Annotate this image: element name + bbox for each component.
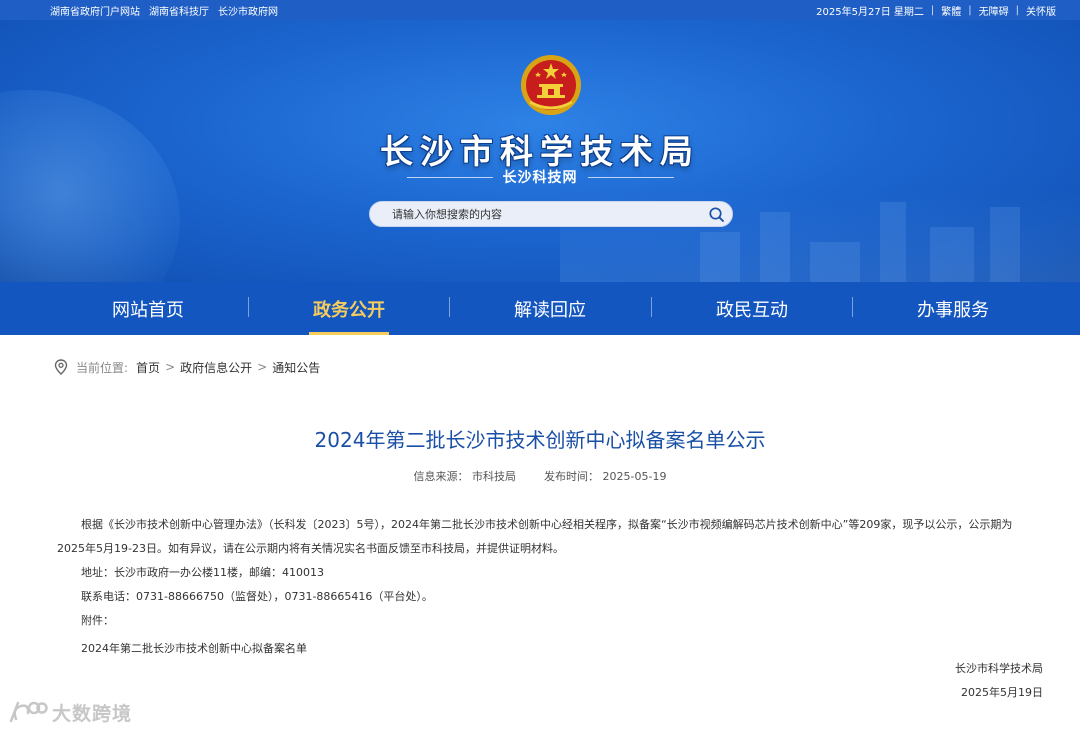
- nav-item-interpretation[interactable]: 解读回应: [475, 282, 625, 335]
- nav-item-services[interactable]: 办事服务: [878, 282, 1028, 335]
- phone-line: 联系电话：0731-88666750（监督处），0731-88665416（平台…: [81, 590, 433, 603]
- link-changsha-gov[interactable]: 长沙市政府网: [218, 3, 278, 18]
- breadcrumb-home[interactable]: 首页: [136, 359, 160, 376]
- signature-block: 长沙市科学技术局 2025年5月19日: [955, 657, 1043, 705]
- current-date: 2025年5月27日 星期二: [816, 7, 924, 18]
- address-line: 地址：长沙市政府一办公楼11楼，邮编：410013: [81, 566, 324, 579]
- watermark-logo-icon: [9, 701, 48, 723]
- watermark-text: 大数跨境: [52, 702, 133, 725]
- nav-item-government-affairs[interactable]: 政务公开: [274, 282, 424, 335]
- care-mode-link[interactable]: 关怀版: [1026, 3, 1056, 18]
- search-box: [369, 201, 733, 227]
- nav-active-indicator: [309, 332, 389, 335]
- attachment-link[interactable]: 2024年第二批长沙市技术创新中心拟备案名单: [57, 637, 1047, 661]
- site-title: 长沙市科学技术局: [380, 132, 700, 171]
- sign-date: 2025年5月19日: [961, 686, 1043, 699]
- nav-divider: [449, 297, 450, 317]
- watermark: 大数跨境: [8, 697, 132, 727]
- article-source: 信息来源： 市科技局: [413, 470, 517, 483]
- breadcrumb-separator: >: [165, 360, 176, 374]
- nav-divider: [852, 297, 853, 317]
- nav-divider: [248, 297, 249, 317]
- header-banner: 长沙市科学技术局 长沙科技网: [0, 20, 1080, 282]
- signer-name: 长沙市科学技术局: [955, 662, 1043, 675]
- search-input[interactable]: [392, 206, 692, 223]
- subtitle-line-left: [406, 176, 493, 178]
- nav-item-interaction[interactable]: 政民互动: [677, 282, 827, 335]
- search-icon[interactable]: [708, 206, 725, 223]
- accessibility-link[interactable]: 无障碍: [979, 3, 1009, 18]
- traditional-chinese-link[interactable]: 繁體: [941, 3, 961, 18]
- top-bar: 湖南省政府门户网站 湖南省科技厅 长沙市政府网 2025年5月27日 星期二 |…: [0, 0, 1080, 20]
- breadcrumb-notices[interactable]: 通知公告: [272, 359, 320, 376]
- article-title: 2024年第二批长沙市技术创新中心拟备案名单公示: [314, 428, 766, 452]
- paragraph-main-cont: 2025年5月19-23日。如有异议，请在公示期内将有关情况实名书面反馈至市科技…: [57, 542, 564, 555]
- main-nav: 网站首页 政务公开 解读回应 政民互动 办事服务: [0, 282, 1080, 335]
- location-pin-icon: [54, 359, 68, 375]
- paragraph-main: 根据《长沙市技术创新中心管理办法》（长科发〔2023〕5号），2024年第二批长…: [81, 518, 1013, 531]
- article-meta: 信息来源： 市科技局 发布时间： 2025-05-19: [0, 468, 1080, 484]
- nav-item-home[interactable]: 网站首页: [73, 282, 223, 335]
- breadcrumb-label: 当前位置:: [76, 360, 129, 375]
- subtitle-line-right: [587, 176, 674, 178]
- nav-divider: [651, 297, 652, 317]
- article-date: 发布时间： 2025-05-19: [544, 470, 667, 483]
- national-emblem-icon: [521, 55, 581, 115]
- site-subtitle: 长沙科技网: [502, 170, 578, 186]
- top-links: 湖南省政府门户网站 湖南省科技厅 长沙市政府网: [50, 3, 278, 18]
- link-hunan-gov[interactable]: 湖南省政府门户网站: [50, 3, 140, 18]
- breadcrumb-gov-info[interactable]: 政府信息公开: [180, 359, 252, 376]
- breadcrumb-separator: >: [257, 360, 268, 374]
- article-body: 根据《长沙市技术创新中心管理办法》（长科发〔2023〕5号），2024年第二批长…: [57, 513, 1047, 661]
- top-right: 2025年5月27日 星期二 | 繁體 | 无障碍 | 关怀版: [816, 3, 1056, 18]
- link-hunan-sci[interactable]: 湖南省科技厅: [149, 3, 209, 18]
- subtitle-row: 长沙科技网: [0, 167, 1080, 187]
- breadcrumb: 当前位置: 首页 > 政府信息公开 > 通知公告: [54, 359, 320, 375]
- attachment-label: 附件：: [81, 614, 114, 627]
